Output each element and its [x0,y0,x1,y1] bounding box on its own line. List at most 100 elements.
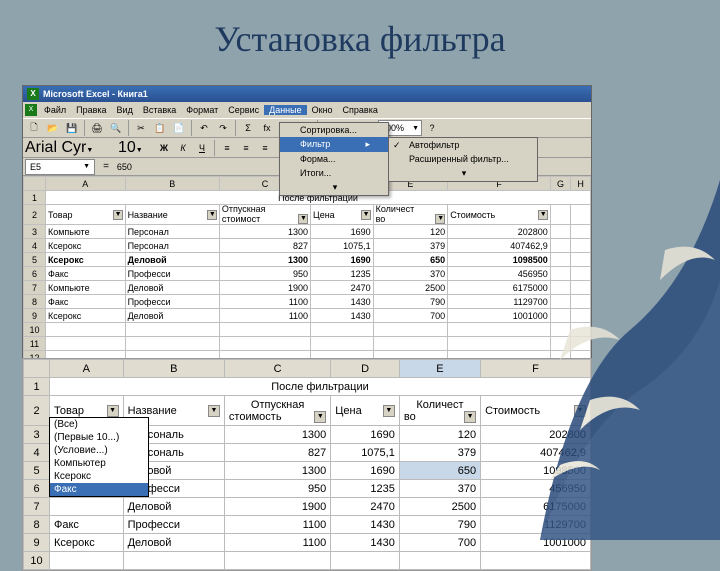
menu-insert[interactable]: Вставка [138,105,181,115]
row-3[interactable]: 3 [24,225,46,239]
data-menu-popup: Сортировка... Фильтр▸ Форма... Итоги... … [279,122,389,196]
col-a[interactable]: A [46,177,126,191]
menu-help[interactable]: Справка [338,105,383,115]
fontsize-combo[interactable]: 10▼ [118,139,154,157]
bold-icon[interactable]: Ж [155,139,173,157]
cell-ref-box[interactable]: E5▼ [25,159,95,175]
fx-icon[interactable]: fx [258,119,276,137]
underline-icon[interactable]: Ч [193,139,211,157]
autofilter-dropdown: (Все) (Первые 10...) (Условие...) Компью… [49,417,149,497]
bcol-f[interactable]: F [481,360,591,378]
menu-expand[interactable]: ▾ [280,180,388,195]
new-icon[interactable]: 🗋 [25,119,43,137]
row-10[interactable]: 10 [24,323,46,337]
filter-submenu: ✓Автофильтр Расширенный фильтр... ▾ [388,137,538,182]
bcol-b[interactable]: B [123,360,224,378]
align-center-icon[interactable]: ≡ [237,139,255,157]
bfilter-tovar[interactable]: ▼ [107,405,119,417]
filter-opt-all[interactable]: (Все) [50,418,148,431]
redo-icon[interactable]: ↷ [214,119,232,137]
filter-dd-qty[interactable]: ▼ [435,214,445,224]
brow-5[interactable]: 5 [24,462,50,480]
hdr-tovar: Товар▼ [46,205,126,225]
menu-format[interactable]: Формат [181,105,223,115]
bcol-d[interactable]: D [331,360,400,378]
row-4[interactable]: 4 [24,239,46,253]
bcol-c[interactable]: C [224,360,330,378]
bcol-e[interactable]: E [399,360,480,378]
bfilter-qty[interactable]: ▼ [464,411,476,423]
row-9[interactable]: 9 [24,309,46,323]
filter-opt-1[interactable]: Компьютер [50,457,148,470]
brow-8[interactable]: 8 [24,516,50,534]
bfilter-name[interactable]: ▼ [208,405,220,417]
help-icon[interactable]: ? [423,119,441,137]
print-icon[interactable]: 🖨 [88,119,106,137]
menu-edit[interactable]: Правка [71,105,111,115]
filter-opt-top10[interactable]: (Первые 10...) [50,431,148,444]
menu-item-filter[interactable]: Фильтр▸ [280,137,388,152]
row-6[interactable]: 6 [24,267,46,281]
format-toolbar: Arial Cyr▼ 10▼ Ж К Ч ≡ ≡ ≡ Сортировка...… [23,138,591,158]
titlebar-text: Microsoft Excel - Книга1 [43,89,148,99]
copy-icon[interactable]: 📋 [151,119,169,137]
row-5[interactable]: 5 [24,253,46,267]
brow-10[interactable]: 10 [24,552,50,570]
cut-icon[interactable]: ✂ [132,119,150,137]
row-1[interactable]: 1 [24,191,46,205]
submenu-autofilter[interactable]: ✓Автофильтр [389,138,537,152]
row-8[interactable]: 8 [24,295,46,309]
fx-label: = [103,161,109,172]
undo-icon[interactable]: ↶ [195,119,213,137]
row-2[interactable]: 2 [24,205,46,225]
menu-tools[interactable]: Сервис [223,105,264,115]
align-left-icon[interactable]: ≡ [218,139,236,157]
bfilter-price[interactable]: ▼ [383,405,395,417]
sum-icon[interactable]: Σ [239,119,257,137]
filter-opt-2[interactable]: Ксерокс [50,470,148,483]
brow-4[interactable]: 4 [24,444,50,462]
brow-7[interactable]: 7 [24,498,50,516]
col-g[interactable]: G [550,177,571,191]
filter-dd-otp[interactable]: ▼ [298,214,308,224]
slide-title: Установка фильтра [0,0,720,70]
filter-dd-name[interactable]: ▼ [207,210,217,220]
menu-file[interactable]: Файл [39,105,71,115]
col-h[interactable]: H [571,177,591,191]
bfilter-otp[interactable]: ▼ [314,411,326,423]
brow-9[interactable]: 9 [24,534,50,552]
align-right-icon[interactable]: ≡ [256,139,274,157]
row-11[interactable]: 11 [24,337,46,351]
menu-item-sort[interactable]: Сортировка... [280,123,388,137]
filter-dd-cost[interactable]: ▼ [538,210,548,220]
sheet-small: ABCDEFGH 1После фильтрации 2 Товар▼ Назв… [23,176,591,365]
filter-opt-3[interactable]: Факс [50,483,148,496]
brow-3[interactable]: 3 [24,426,50,444]
submenu-expand[interactable]: ▾ [389,166,537,181]
open-icon[interactable]: 📂 [44,119,62,137]
filter-dd-tovar[interactable]: ▼ [113,210,123,220]
menu-view[interactable]: Вид [112,105,138,115]
menubar: X Файл Правка Вид Вставка Формат Сервис … [23,102,591,118]
menu-data[interactable]: Данные [264,105,307,115]
save-icon[interactable]: 💾 [63,119,81,137]
submenu-advanced[interactable]: Расширенный фильтр... [389,152,537,166]
filter-dd-price[interactable]: ▼ [361,210,371,220]
italic-icon[interactable]: К [174,139,192,157]
menu-item-totals[interactable]: Итоги... [280,166,388,180]
filter-opt-cond[interactable]: (Условие...) [50,444,148,457]
row-7[interactable]: 7 [24,281,46,295]
preview-icon[interactable]: 🔍 [107,119,125,137]
brow-6[interactable]: 6 [24,480,50,498]
hdr-qty: Количество▼ [373,205,448,225]
col-b[interactable]: B [125,177,219,191]
menu-window[interactable]: Окно [307,105,338,115]
font-combo[interactable]: Arial Cyr▼ [25,139,115,157]
bcol-a[interactable]: A [50,360,124,378]
excel-icon: X [27,88,39,100]
bfilter-cost[interactable]: ▼ [574,405,586,417]
brow-2[interactable]: 2 [24,396,50,426]
menu-item-form[interactable]: Форма... [280,152,388,166]
paste-icon[interactable]: 📄 [170,119,188,137]
brow-1[interactable]: 1 [24,378,50,396]
